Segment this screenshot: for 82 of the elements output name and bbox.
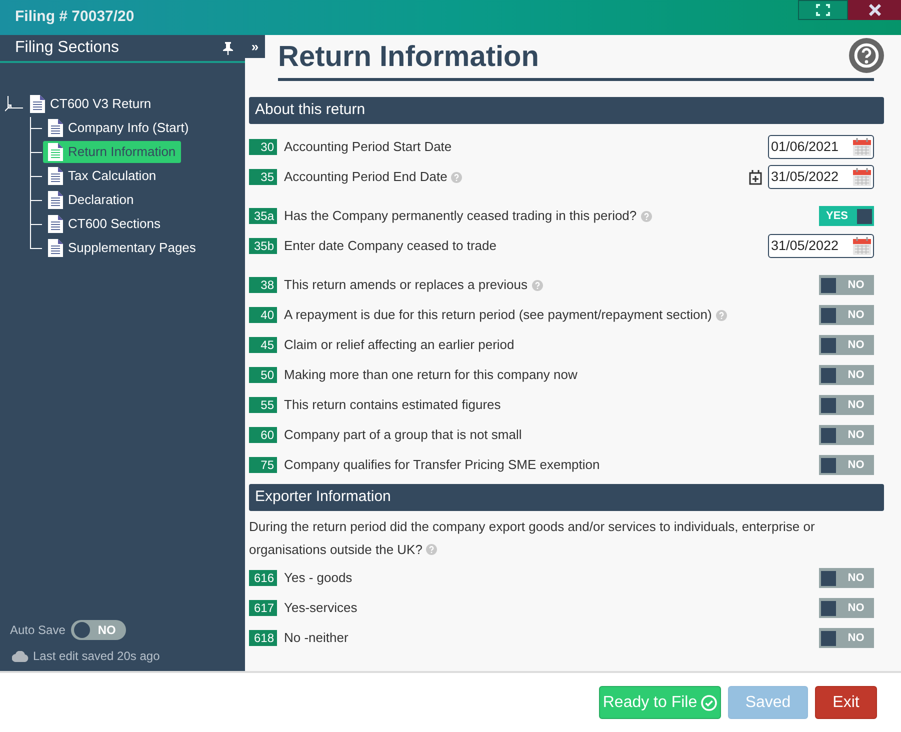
box-number: 40 (249, 307, 277, 323)
last-saved-text: Last edit saved 20s ago (33, 648, 160, 665)
yes-no-toggle[interactable]: NO (819, 628, 874, 648)
calendar-icon[interactable] (852, 137, 872, 157)
calendar-plus-icon[interactable] (749, 170, 762, 184)
tree-root-icon (5, 96, 23, 112)
field-label: Yes-services (284, 599, 358, 618)
field-label: This return contains estimated figures (284, 396, 501, 414)
yes-no-toggle[interactable]: NO (819, 335, 874, 355)
yes-no-toggle[interactable]: NO (819, 455, 874, 475)
section-header: Exporter Information (249, 484, 884, 511)
tree-item[interactable]: Return Information (43, 141, 181, 163)
section-description: During the return period did the company export goods and/or services to individuals, enterprise or organisations outside the UK? (249, 518, 816, 559)
box-number: 35b (249, 238, 277, 254)
section-header: About this return (249, 97, 884, 124)
box-number: 55 (249, 397, 277, 413)
field-label: Has the Company permanently ceased trading in this period? (284, 207, 637, 226)
field-label: A repayment is due for this return period (see payment/repayment section) (284, 306, 712, 324)
yes-no-toggle[interactable]: NO (819, 365, 874, 385)
box-number: 38 (249, 277, 277, 293)
tree-item[interactable]: Supplementary Pages (43, 237, 201, 259)
document-icon (48, 167, 63, 185)
calendar-icon[interactable] (852, 236, 872, 256)
box-number: 618 (249, 630, 277, 646)
field-label: No -neither (284, 629, 348, 648)
yes-no-toggle[interactable]: NO (819, 395, 874, 415)
box-number: 616 (249, 570, 277, 586)
box-number: 60 (249, 427, 277, 443)
tree-item[interactable]: CT600 Sections (43, 213, 166, 235)
auto-save-state: NO (96, 622, 117, 639)
document-icon (30, 95, 45, 113)
tree-item[interactable]: CT600 V3 Return (25, 93, 156, 115)
yes-no-toggle[interactable]: NO (819, 568, 874, 588)
field-label: Accounting Period Start Date (284, 138, 452, 156)
field-label: Making more than one return for this company now (284, 366, 578, 384)
page-title: Return Information (278, 40, 539, 76)
box-number: 45 (249, 337, 277, 353)
tree-item[interactable]: Tax Calculation (43, 165, 162, 187)
window-title: Filing # 70037/20 (15, 7, 134, 28)
document-icon (48, 191, 63, 209)
maximize-icon (816, 4, 830, 16)
field-label: This return amends or replaces a previous (284, 276, 528, 294)
box-number: 50 (249, 367, 277, 383)
collapse-button[interactable]: » (245, 35, 265, 58)
footer-button[interactable]: Exit (815, 686, 877, 719)
box-number: 30 (249, 139, 277, 155)
yes-no-toggle[interactable]: NO (819, 598, 874, 618)
yes-no-toggle[interactable]: NO (819, 275, 874, 295)
document-icon (48, 215, 63, 233)
document-icon (48, 119, 63, 137)
box-number: 35a (249, 208, 277, 224)
yes-no-toggle[interactable]: NO (819, 425, 874, 445)
auto-save-toggle[interactable]: NO (71, 620, 126, 640)
field-label: Company qualifies for Transfer Pricing SME exemption (284, 456, 600, 474)
box-number: 35 (249, 169, 277, 185)
field-label: Accounting Period End Date (284, 168, 448, 186)
field-label: Company part of a group that is not small (284, 426, 522, 444)
maximize-button[interactable] (798, 0, 848, 20)
date-field[interactable]: 31/05/2022 (768, 165, 874, 189)
document-icon (48, 239, 63, 257)
yes-no-toggle[interactable]: NO (819, 305, 874, 325)
close-icon (868, 4, 880, 16)
document-icon (48, 143, 63, 161)
field-label: Yes - goods (284, 569, 352, 588)
close-button[interactable] (848, 0, 901, 20)
field-label: Claim or relief affecting an earlier period (284, 336, 514, 354)
date-field[interactable]: 31/05/2022 (768, 234, 874, 258)
cloud-icon (12, 650, 29, 662)
calendar-icon[interactable] (852, 167, 872, 187)
tree-item[interactable]: Company Info (Start) (43, 117, 194, 139)
yes-no-toggle[interactable]: YES (819, 206, 874, 226)
pin-icon[interactable] (223, 42, 233, 54)
sidebar-title: Filing Sections (15, 38, 120, 58)
box-number: 75 (249, 457, 277, 473)
help-icon[interactable] (849, 38, 884, 72)
box-number: 617 (249, 600, 277, 616)
field-label: Enter date Company ceased to trade (284, 237, 496, 256)
auto-save-label: Auto Save (10, 622, 66, 639)
tree-item[interactable]: Declaration (43, 189, 139, 211)
footer-button[interactable]: Ready to File (599, 686, 721, 719)
date-field[interactable]: 01/06/2021 (768, 135, 874, 159)
check-circle-icon (701, 694, 718, 710)
